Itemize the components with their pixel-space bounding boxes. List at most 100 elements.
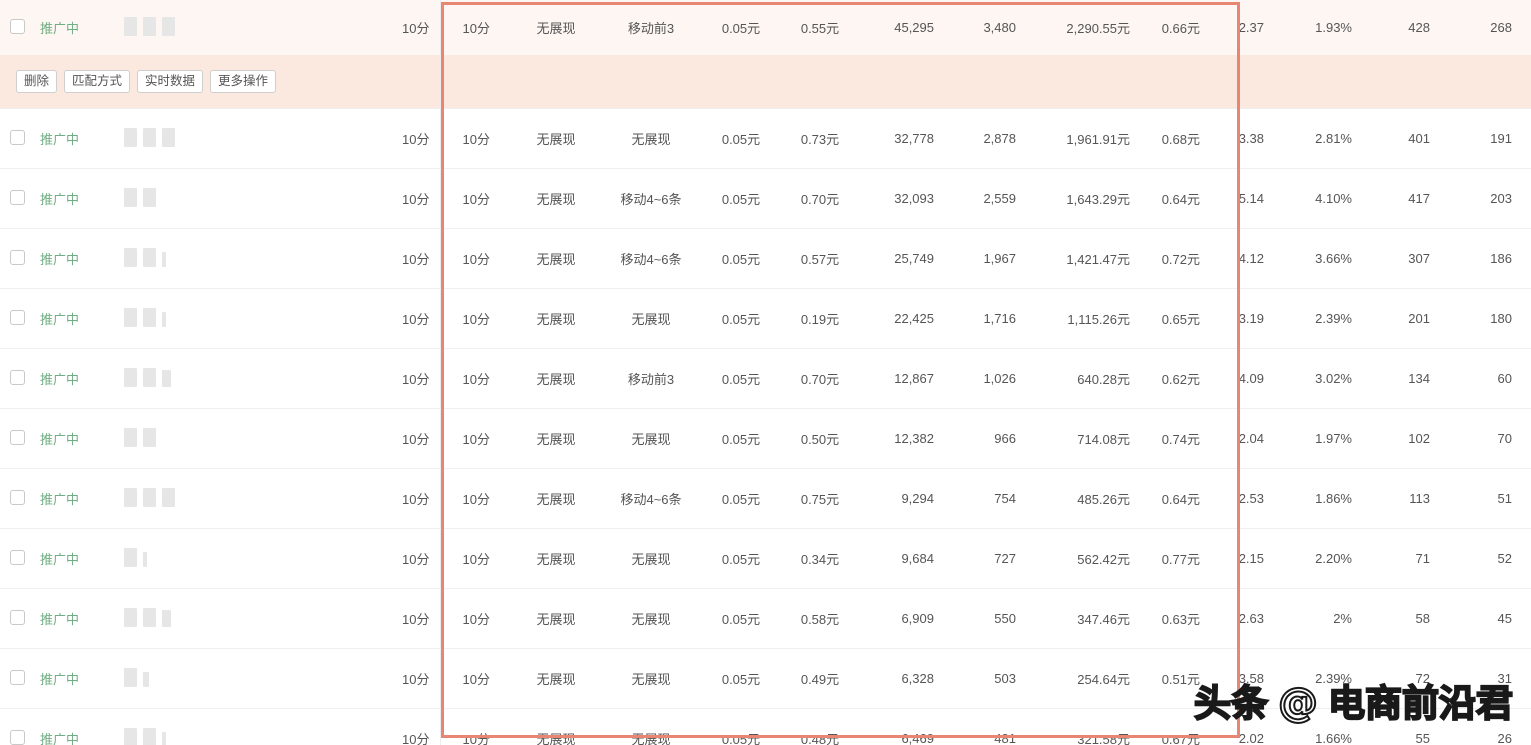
row-select-cell xyxy=(0,489,30,508)
row-checkbox[interactable] xyxy=(10,429,25,445)
favorites: 26 xyxy=(1497,731,1512,745)
redaction-block xyxy=(143,488,156,507)
redacted-keyword xyxy=(124,667,149,687)
min-bid: 0.05元 xyxy=(721,552,761,567)
keyword-name-cell[interactable] xyxy=(114,607,362,630)
redaction-block xyxy=(124,368,137,387)
redaction-block xyxy=(143,248,156,267)
bulk-action-bar-row: 删除 匹配方式 实时数据 更多操作 xyxy=(0,55,1531,109)
visitors: 55 xyxy=(1415,731,1430,745)
quality-score-pc: 10分 xyxy=(402,432,430,447)
table-row[interactable]: 推广中 10分 10分 无展现 移动4~6条 0.05元 0.70元 32,093 2,559 1… xyxy=(0,168,1531,229)
redaction-block xyxy=(143,368,156,387)
mobile-rank: 移动前3 xyxy=(627,372,675,387)
row-select-cell xyxy=(0,309,30,328)
row-checkbox[interactable] xyxy=(10,549,25,565)
row-checkbox[interactable] xyxy=(10,129,25,145)
redaction-block xyxy=(124,488,137,507)
keyword-name-cell[interactable] xyxy=(114,727,362,745)
keyword-name-cell[interactable] xyxy=(114,307,362,330)
orders: 16 xyxy=(1522,551,1531,566)
click-rate: 2.20% xyxy=(1315,551,1352,566)
avg-cpc: 0.64元 xyxy=(1161,192,1200,207)
row-select-cell xyxy=(0,249,30,268)
table-row[interactable]: 推广中 10分 10分 无展现 无展现 0.05元 0.73元 32,778 2,878 1,96… xyxy=(0,108,1531,169)
delete-button[interactable]: 删除 xyxy=(16,69,58,94)
bid-price: 0.75元 xyxy=(800,492,840,507)
clicks: 2,559 xyxy=(983,191,1016,206)
redaction-block xyxy=(124,17,137,36)
keyword-name-cell[interactable] xyxy=(114,427,362,450)
table-row[interactable]: 推广中 10分 10分 无展现 无展现 0.05元 0.48元 6,469 481 321.58元… xyxy=(0,708,1531,745)
table-row[interactable]: 推广中 10分 10分 无展现 无展现 0.05元 0.49元 6,328 503 254.64元… xyxy=(0,648,1531,709)
pc-rank: 无展现 xyxy=(536,312,576,327)
bulk-action-bar: 删除 匹配方式 实时数据 更多操作 xyxy=(0,69,362,94)
quality-score-pc: 10分 xyxy=(402,492,430,507)
clicks: 481 xyxy=(994,731,1016,745)
bid-price: 0.57元 xyxy=(800,252,840,267)
impressions: 22,425 xyxy=(894,311,934,326)
table-row[interactable]: 推广中 10分 10分 无展现 移动前3 0.05元 0.70元 12,867 1,026 640… xyxy=(0,348,1531,409)
clicks: 3,480 xyxy=(983,20,1016,35)
keyword-name-cell[interactable] xyxy=(114,187,362,210)
ctr-value: 2.02 xyxy=(1238,731,1264,745)
match-type-button[interactable]: 匹配方式 xyxy=(64,69,131,94)
row-checkbox[interactable] xyxy=(10,249,25,265)
keyword-name-cell[interactable] xyxy=(114,547,362,570)
min-bid: 0.05元 xyxy=(721,21,761,36)
bid-price: 0.50元 xyxy=(800,432,840,447)
ctr-value: 2.37 xyxy=(1238,20,1264,35)
favorites: 203 xyxy=(1490,191,1512,206)
row-checkbox[interactable] xyxy=(10,18,25,34)
avg-cpc: 0.77元 xyxy=(1161,552,1200,567)
row-checkbox[interactable] xyxy=(10,489,25,505)
ctr-value: 3.58 xyxy=(1238,671,1264,686)
row-checkbox[interactable] xyxy=(10,609,25,625)
keyword-name-cell[interactable] xyxy=(114,487,362,510)
table-row[interactable]: 推广中 10分 10分 无展现 无展现 0.05元 0.58元 6,909 550 347.46元… xyxy=(0,588,1531,649)
row-checkbox[interactable] xyxy=(10,729,25,745)
keyword-name-cell[interactable] xyxy=(114,667,362,690)
impressions: 9,294 xyxy=(901,491,934,506)
impressions: 6,328 xyxy=(901,671,934,686)
table-row[interactable]: 推广中 10分 10分 无展现 移动4~6条 0.05元 0.57元 25,749 1,967 1… xyxy=(0,228,1531,289)
redaction-block xyxy=(143,17,156,36)
impressions: 6,469 xyxy=(901,731,934,745)
redacted-keyword xyxy=(124,727,166,745)
min-bid: 0.05元 xyxy=(721,192,761,207)
keyword-name-cell[interactable] xyxy=(114,127,362,150)
avg-cpc: 0.65元 xyxy=(1161,312,1200,327)
pc-rank: 无展现 xyxy=(536,252,576,267)
row-checkbox[interactable] xyxy=(10,669,25,685)
table-row[interactable]: 推广中 10分 10分 无展现 移动前3 0.05元 0.55元 45,295 3,480 2,2… xyxy=(0,0,1531,55)
click-rate: 3.02% xyxy=(1315,371,1352,386)
keyword-name-cell[interactable] xyxy=(114,16,362,39)
promotion-status: 推广中 xyxy=(40,432,80,447)
table-row[interactable]: 推广中 10分 10分 无展现 无展现 0.05元 0.34元 9,684 727 562.42元… xyxy=(0,528,1531,589)
keyword-name-cell[interactable] xyxy=(114,367,362,390)
realtime-data-button[interactable]: 实时数据 xyxy=(137,69,204,94)
favorites: 186 xyxy=(1490,251,1512,266)
impressions: 12,382 xyxy=(894,431,934,446)
quality-score-mobile: 10分 xyxy=(462,192,490,207)
impressions: 9,684 xyxy=(901,551,934,566)
keyword-name-cell[interactable] xyxy=(114,247,362,270)
redaction-block xyxy=(124,308,137,327)
cost: 1,421.47元 xyxy=(1066,252,1130,267)
table-row[interactable]: 推广中 10分 10分 无展现 无展现 0.05元 0.19元 22,425 1,716 1,11… xyxy=(0,288,1531,349)
orders: 41 xyxy=(1522,311,1531,326)
ctr-value: 4.12 xyxy=(1238,251,1264,266)
row-checkbox[interactable] xyxy=(10,369,25,385)
bid-price: 0.48元 xyxy=(800,732,840,745)
ctr-value: 2.04 xyxy=(1238,431,1264,446)
clicks: 550 xyxy=(994,611,1016,626)
row-checkbox[interactable] xyxy=(10,309,25,325)
row-checkbox[interactable] xyxy=(10,189,25,205)
table-row[interactable]: 推广中 10分 10分 无展现 无展现 0.05元 0.50元 12,382 966 714.08… xyxy=(0,408,1531,469)
avg-cpc: 0.68元 xyxy=(1161,132,1200,147)
table-row[interactable]: 推广中 10分 10分 无展现 移动4~6条 0.05元 0.75元 9,294 754 485.… xyxy=(0,468,1531,529)
pc-rank: 无展现 xyxy=(536,432,576,447)
min-bid: 0.05元 xyxy=(721,372,761,387)
click-rate: 1.93% xyxy=(1315,20,1352,35)
more-actions-button[interactable]: 更多操作 xyxy=(210,69,277,94)
